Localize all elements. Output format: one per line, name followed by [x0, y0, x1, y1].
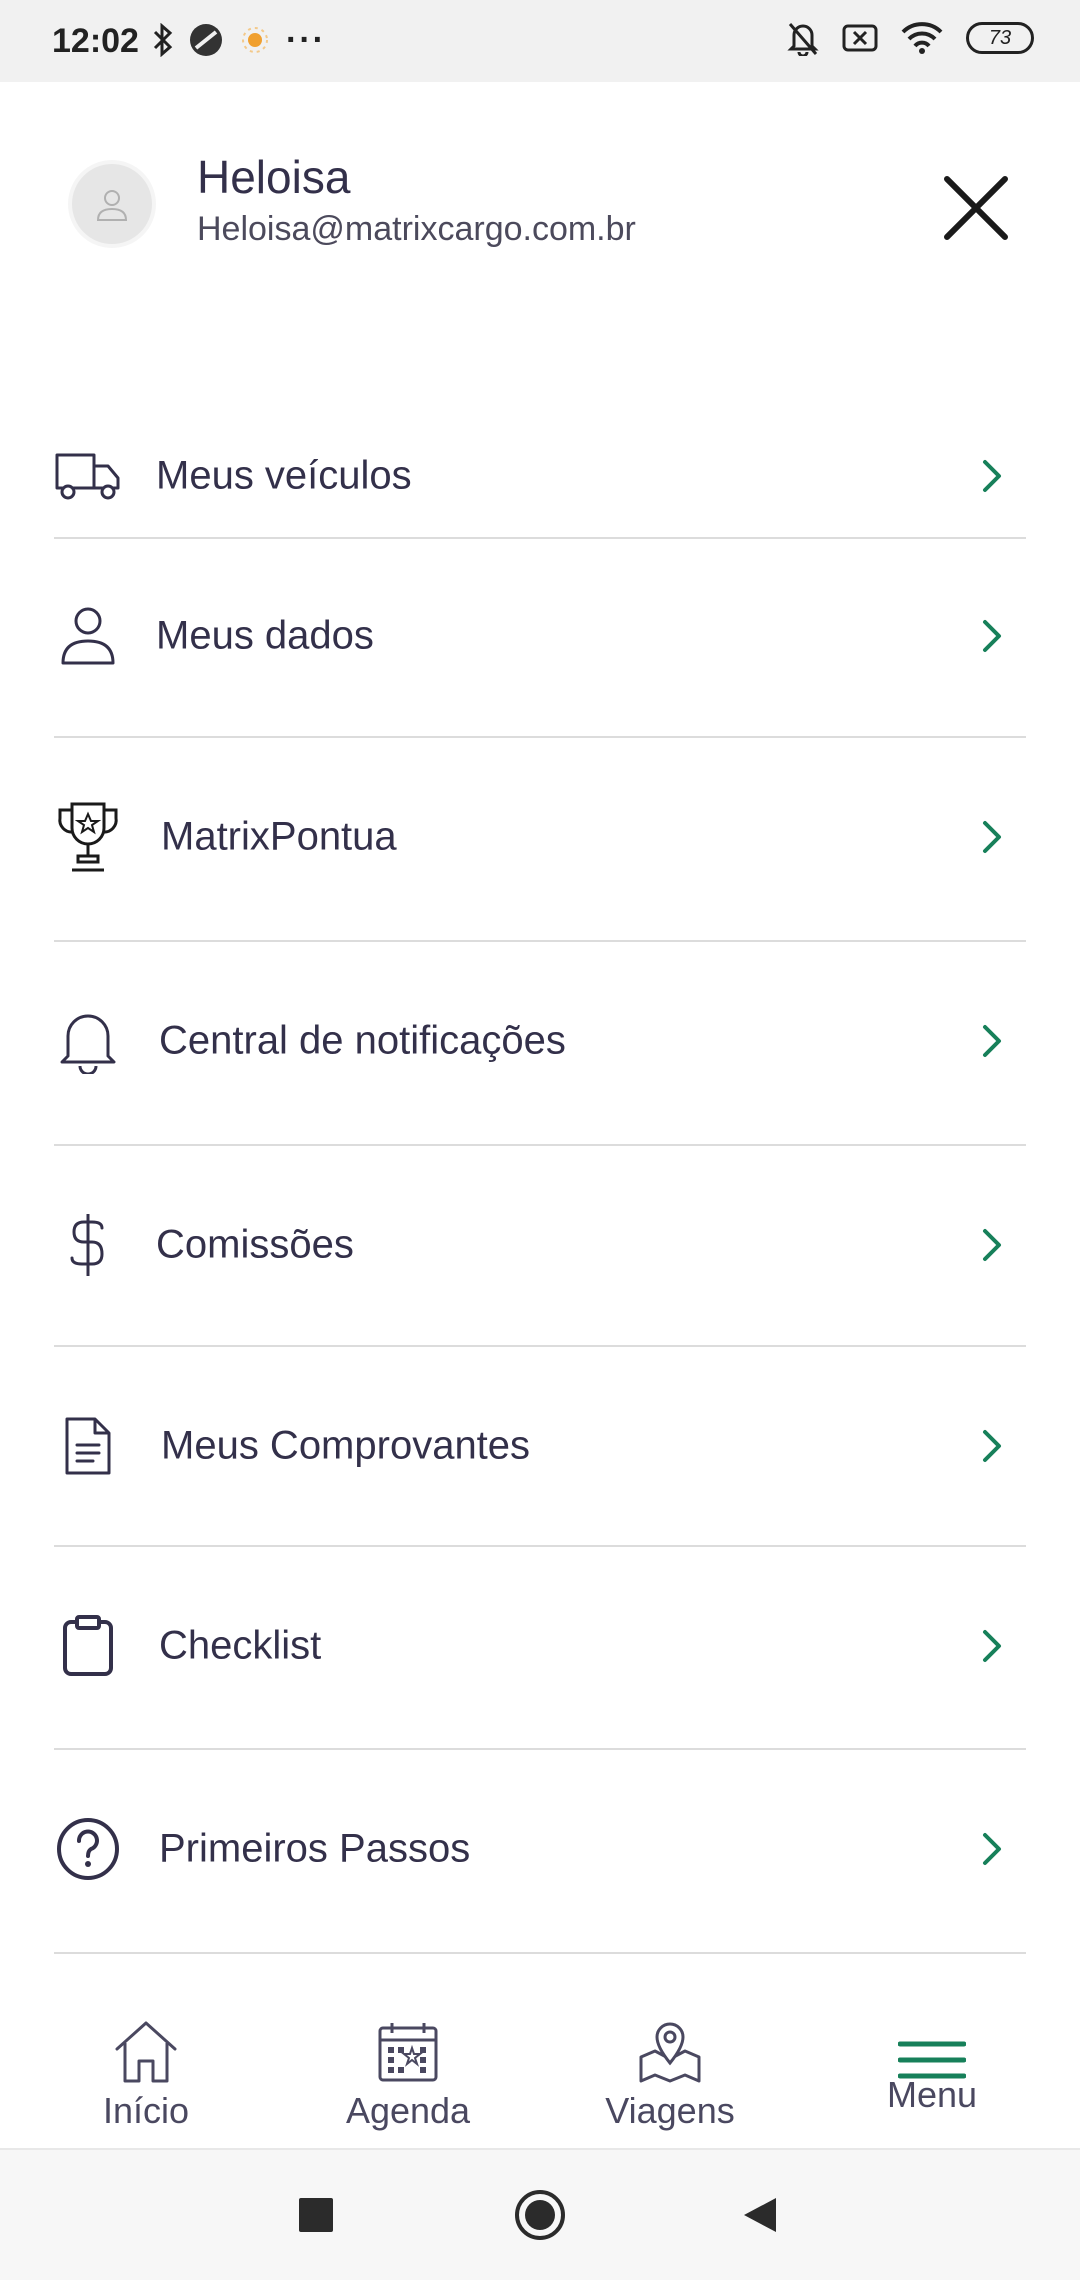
calendar-icon — [372, 2016, 444, 2088]
status-time: 12:02 — [52, 22, 139, 60]
avatar-placeholder-icon — [96, 190, 128, 221]
bell-off-icon — [787, 23, 819, 56]
truck-icon — [54, 442, 122, 510]
app-icon — [190, 24, 222, 56]
menu-item-central-de-notificacoes[interactable]: Central de notificações — [54, 942, 1026, 1140]
tab-label: Início — [102, 2090, 190, 2131]
user-icon — [54, 602, 122, 670]
tab-label: Viagens — [605, 2090, 735, 2131]
triangle-back-icon — [744, 2198, 776, 2232]
tab-agenda[interactable]: Agenda — [298, 1998, 518, 2148]
user-name: Heloisa — [197, 151, 351, 203]
chevron-right-icon — [983, 1630, 1001, 1662]
chevron-right-icon — [983, 1430, 1001, 1462]
divider — [54, 1952, 1026, 1954]
user-email: Heloisa@matrixcargo.com.br — [197, 210, 636, 248]
status-icons-right: 73 — [786, 20, 1034, 56]
chevron-right-icon — [983, 1833, 1001, 1865]
recents-button[interactable] — [281, 2180, 351, 2250]
menu-item-label: Meus veículos — [156, 453, 412, 498]
map-pin-icon — [634, 2016, 706, 2088]
menu-item-label: Comissões — [156, 1222, 354, 1267]
home-icon — [110, 2016, 182, 2088]
help-circle-icon — [54, 1815, 122, 1883]
more-dots-icon: ··· — [286, 21, 326, 59]
tab-label: Menu — [886, 2074, 978, 2115]
menu-item-comissoes[interactable]: Comissões — [54, 1146, 1026, 1344]
menu-item-label: Meus Comprovantes — [161, 1423, 531, 1468]
close-button[interactable] — [938, 170, 1014, 246]
system-nav-bar — [0, 2150, 1080, 2280]
tab-viagens[interactable]: Viagens — [560, 1998, 780, 2148]
status-icons-left: ··· — [152, 22, 326, 58]
wifi-icon — [901, 22, 943, 54]
square-icon — [299, 2198, 333, 2232]
menu-item-label: Meus dados — [156, 613, 374, 658]
chevron-right-icon — [983, 460, 1001, 492]
bluetooth-icon — [153, 23, 173, 57]
home-button[interactable] — [505, 2180, 575, 2250]
chevron-right-icon — [983, 821, 1001, 853]
chevron-right-icon — [983, 1025, 1001, 1057]
circle-icon — [515, 2190, 565, 2240]
menu-item-label: Primeiros Passos — [159, 1826, 471, 1871]
chevron-right-icon — [983, 620, 1001, 652]
tab-menu[interactable]: Menu — [822, 1998, 1042, 2148]
battery-icon: 73 — [966, 22, 1034, 54]
sim-off-icon — [842, 24, 878, 52]
trophy-icon — [54, 802, 122, 872]
menu-item-meus-dados[interactable]: Meus dados — [54, 537, 1026, 735]
menu-item-checklist[interactable]: Checklist — [54, 1547, 1026, 1745]
dollar-icon — [54, 1211, 122, 1279]
sun-icon — [242, 27, 268, 53]
menu-item-matrixpontua[interactable]: MatrixPontua — [54, 738, 1026, 936]
status-bar: 12:02 ··· 73 — [0, 0, 1080, 82]
menu-item-label: Checklist — [159, 1623, 322, 1668]
close-icon — [944, 176, 1008, 240]
tab-label: Agenda — [345, 2090, 471, 2131]
document-icon — [54, 1412, 122, 1480]
avatar[interactable] — [72, 164, 152, 244]
menu-item-meus-comprovantes[interactable]: Meus Comprovantes — [54, 1347, 1026, 1545]
chevron-right-icon — [983, 1229, 1001, 1261]
battery-level: 73 — [988, 26, 1012, 49]
tab-inicio[interactable]: Início — [36, 1998, 256, 2148]
menu-item-label: Central de notificações — [159, 1018, 566, 1063]
menu-item-label: MatrixPontua — [161, 814, 397, 859]
bottom-tab-bar: Início Agenda Viagens Menu — [0, 1998, 1080, 2150]
bell-icon — [54, 1007, 122, 1075]
back-button[interactable] — [725, 2180, 795, 2250]
menu-item-primeiros-passos[interactable]: Primeiros Passos — [54, 1750, 1026, 1948]
clipboard-icon — [54, 1612, 122, 1680]
